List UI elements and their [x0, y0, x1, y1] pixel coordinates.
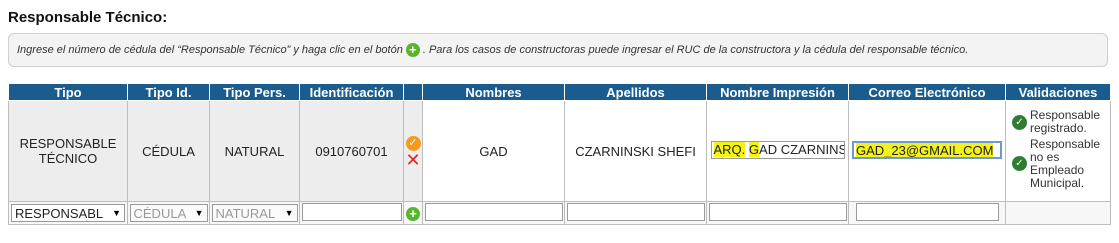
- section-title: Responsable Técnico:: [8, 9, 168, 26]
- tipo-select[interactable]: RESPONSABL ▼: [11, 204, 125, 222]
- tipo-id-select[interactable]: CÉDULA ▼: [129, 204, 208, 222]
- entry-validaciones: [1005, 201, 1111, 225]
- dropdown-arrow-icon: ▼: [194, 208, 204, 218]
- tipo-value: RESPONSABLE TÉCNICO: [19, 136, 117, 166]
- cell-validaciones: ✓ Responsable registrado. ✓ Responsable …: [1005, 100, 1111, 202]
- col-actions: [403, 83, 423, 101]
- entry-apellidos: [564, 201, 707, 225]
- nombre-impresion-input[interactable]: ARQ. GAD CZARNINS: [710, 140, 845, 159]
- correo-entry-input[interactable]: [855, 202, 999, 221]
- tipo-pers-select[interactable]: NATURAL ▼: [211, 204, 298, 222]
- cell-tipo: RESPONSABLE TÉCNICO: [8, 100, 128, 202]
- validation-item: ✓ Responsable registrado.: [1012, 109, 1110, 135]
- check-circle-icon: ✓: [1012, 115, 1027, 130]
- col-tipo-id: Tipo Id.: [127, 83, 210, 101]
- cell-nombres: GAD: [422, 100, 565, 202]
- correo-input[interactable]: GAD_23@GMAIL.COM: [852, 140, 1002, 159]
- entry-tipo: RESPONSABL ▼: [8, 201, 128, 225]
- cell-correo: GAD_23@GMAIL.COM: [848, 100, 1006, 202]
- entry-identificacion: [299, 201, 404, 225]
- info-box: Ingrese el número de cédula del “Respons…: [8, 33, 1108, 67]
- cell-tipo-id: CÉDULA: [127, 100, 210, 202]
- dropdown-arrow-icon: ▼: [112, 208, 121, 218]
- cell-identificacion: 0910760701: [299, 100, 404, 202]
- col-identificacion: Identificación: [299, 83, 404, 101]
- col-nombres: Nombres: [422, 83, 565, 101]
- table-row: RESPONSABLE TÉCNICO CÉDULA NATURAL 09107…: [8, 100, 1111, 202]
- entry-row: RESPONSABL ▼ CÉDULA ▼ NATURAL ▼ +: [8, 201, 1111, 225]
- col-correo: Correo Electrónico: [848, 83, 1006, 101]
- col-tipo: Tipo: [8, 83, 128, 101]
- validation-item: ✓ Responsable no es Empleado Municipal.: [1012, 138, 1110, 190]
- col-apellidos: Apellidos: [564, 83, 707, 101]
- entry-tipo-pers: NATURAL ▼: [209, 201, 300, 225]
- entry-nombre-impresion: [706, 201, 849, 225]
- check-circle-icon: ✓: [1012, 156, 1027, 171]
- entry-nombres: [422, 201, 565, 225]
- add-icon[interactable]: +: [406, 206, 420, 221]
- nombres-input[interactable]: [424, 202, 563, 221]
- responsable-table: Tipo Tipo Id. Tipo Pers. Identificación …: [8, 83, 1111, 225]
- cell-tipo-pers: NATURAL: [209, 100, 300, 202]
- nombre-impresion-entry-input[interactable]: [708, 202, 847, 221]
- entry-correo: [848, 201, 1006, 225]
- table-header: Tipo Tipo Id. Tipo Pers. Identificación …: [8, 83, 1111, 101]
- edit-check-icon[interactable]: ✓: [405, 135, 421, 151]
- info-text-before: Ingrese el número de cédula del “Respons…: [17, 44, 403, 56]
- cell-apellidos: CZARNINSKI SHEFI: [564, 100, 707, 202]
- add-icon: +: [405, 43, 420, 57]
- col-tipo-pers: Tipo Pers.: [209, 83, 300, 101]
- delete-x-icon[interactable]: ✕: [405, 151, 420, 169]
- entry-tipo-id: CÉDULA ▼: [127, 201, 210, 225]
- cell-actions: ✓ ✕: [403, 100, 423, 202]
- apellidos-input[interactable]: [566, 202, 705, 221]
- dropdown-arrow-icon: ▼: [284, 208, 294, 218]
- col-validaciones: Validaciones: [1005, 83, 1111, 101]
- cell-nombre-impresion: ARQ. GAD CZARNINS: [706, 100, 849, 202]
- info-text-after: . Para los casos de constructoras puede …: [422, 44, 969, 56]
- entry-add: +: [403, 201, 423, 225]
- col-nombre-impresion: Nombre Impresión: [706, 83, 849, 101]
- identificacion-input[interactable]: [301, 202, 402, 221]
